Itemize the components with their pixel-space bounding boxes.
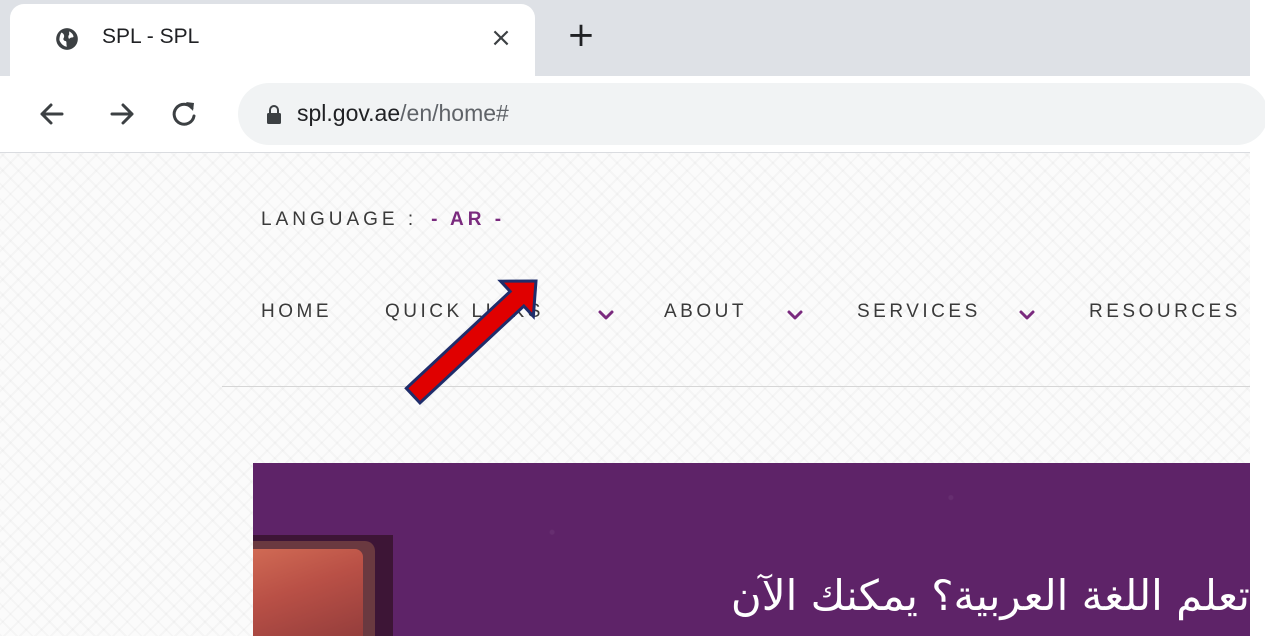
url-path: /en/home# <box>400 100 509 126</box>
arrow-right-icon <box>110 103 134 125</box>
hero-heading: تعلم اللغة العربية؟ يمكنك الآن <box>730 571 1250 620</box>
language-selector: LANGUAGE : - AR - <box>261 209 505 231</box>
tab-close-button[interactable]: × <box>488 25 514 51</box>
reload-icon <box>172 102 196 126</box>
back-button[interactable] <box>32 94 72 134</box>
arrow-left-icon <box>40 103 64 125</box>
chevron-down-icon[interactable] <box>1018 306 1036 324</box>
lock-icon <box>267 105 281 124</box>
tab-title: SPL - SPL <box>102 25 200 48</box>
nav-item-about[interactable]: ABOUT <box>664 301 747 323</box>
browser-tab[interactable]: SPL - SPL × <box>10 4 535 76</box>
hero-image <box>253 535 393 636</box>
tv-screen <box>253 549 363 636</box>
nav-item-quick-links[interactable]: QUICK LINKS <box>385 301 544 323</box>
hero-banner[interactable]: تعلم اللغة العربية؟ يمكنك الآن <box>253 463 1250 636</box>
url-host: spl.gov.ae <box>297 100 401 126</box>
language-option-ar[interactable]: - AR - <box>431 209 505 230</box>
globe-icon <box>56 28 78 50</box>
reload-button[interactable] <box>164 94 204 134</box>
header-divider <box>222 386 1250 387</box>
new-tab-button[interactable]: + <box>564 18 598 52</box>
nav-item-home[interactable]: HOME <box>261 301 332 323</box>
chevron-down-icon[interactable] <box>597 306 615 324</box>
nav-item-resources[interactable]: RESOURCES <box>1089 301 1241 323</box>
forward-button[interactable] <box>102 94 142 134</box>
tab-strip: SPL - SPL × + <box>0 0 1250 76</box>
chevron-down-icon[interactable] <box>786 306 804 324</box>
nav-item-services[interactable]: SERVICES <box>857 301 981 323</box>
web-page: LANGUAGE :- AR - HOME QUICK LINKS ABOUT … <box>0 153 1250 636</box>
language-label: LANGUAGE : <box>261 209 418 230</box>
url-text: spl.gov.ae/en/home# <box>297 100 509 127</box>
browser-toolbar: spl.gov.ae/en/home# <box>0 76 1265 153</box>
